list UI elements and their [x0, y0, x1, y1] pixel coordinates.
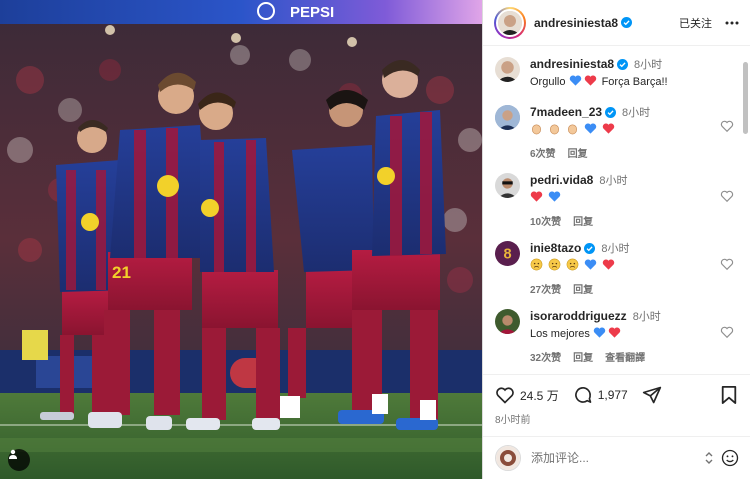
post-side-panel: andresiniesta8 已关注 andresiniesta8 8小时 Or… — [482, 0, 750, 479]
comments-scrollbar[interactable] — [743, 62, 748, 134]
blue-heart-icon — [584, 259, 597, 270]
sad-face-icon — [548, 258, 561, 271]
comment-emojis — [530, 190, 734, 205]
clap-icon — [531, 124, 542, 135]
comment-item: isoraroddriguezz 8小时 Los mejores 32次赞 回复… — [495, 309, 734, 364]
comment-time: 8小时 — [634, 59, 663, 71]
comment-username[interactable]: andresiniesta8 — [530, 57, 614, 71]
post-timestamp[interactable]: 8小时前 — [495, 411, 531, 426]
banner-text: PEPSI — [290, 4, 334, 21]
verified-badge-icon — [621, 17, 633, 28]
caption-avatar[interactable] — [495, 57, 520, 82]
comment-text: Los mejores — [530, 326, 734, 341]
caption-text-pre: Orgullo — [530, 76, 569, 88]
post-actions: 24.5 万 1,977 8小时前 — [483, 374, 750, 444]
author-face-icon — [498, 10, 522, 35]
reply-button[interactable]: 回复 — [573, 281, 593, 296]
view-translation-button[interactable]: 查看翻譯 — [605, 349, 645, 364]
comments-list[interactable]: andresiniesta8 8小时 Orgullo Força Barça!!… — [483, 47, 742, 374]
commenter-avatar[interactable] — [495, 173, 520, 198]
comment-username[interactable]: isoraroddriguezz — [530, 309, 627, 323]
comment-like-heart-icon[interactable] — [720, 189, 734, 203]
current-user-avatar — [495, 445, 521, 471]
reply-button[interactable]: 回复 — [573, 213, 593, 228]
post-header: andresiniesta8 已关注 — [483, 0, 750, 46]
comment-likes-count[interactable]: 32次赞 — [530, 349, 561, 364]
comment-emojis — [530, 258, 734, 273]
tagged-users-button[interactable] — [8, 449, 30, 471]
comment-input[interactable] — [531, 451, 700, 465]
comment-bubble-icon — [574, 387, 592, 403]
jersey-number: 21 — [112, 263, 131, 282]
following-button[interactable]: 已关注 — [679, 15, 712, 31]
comment-username[interactable]: 7madeen_23 — [530, 105, 602, 119]
likes-count[interactable]: 24.5 万 — [520, 387, 559, 404]
reply-button[interactable]: 回复 — [573, 349, 593, 364]
verified-badge-icon — [617, 58, 629, 70]
person-icon — [9, 449, 17, 459]
send-icon — [642, 386, 661, 404]
comment-text-content: Los mejores — [530, 328, 593, 340]
sad-face-icon — [566, 258, 579, 271]
team-photo-illustration: PEPSI 21 — [0, 0, 482, 479]
share-button[interactable] — [642, 385, 662, 405]
caption-text: Orgullo Força Barça!! — [530, 74, 734, 89]
comment-likes-count[interactable]: 27次赞 — [530, 281, 561, 296]
comment-emojis — [530, 122, 734, 137]
red-heart-icon — [584, 75, 596, 86]
comment-time: 8小时 — [601, 243, 630, 255]
comment-username[interactable]: inie8tazo — [530, 241, 581, 255]
comment-time: 8小时 — [632, 311, 661, 323]
clap-icon — [550, 124, 560, 135]
verified-badge-icon — [584, 242, 596, 254]
blue-heart-icon — [548, 191, 561, 202]
red-heart-icon — [603, 259, 615, 270]
add-comment-bar — [483, 436, 750, 479]
author-avatar[interactable] — [494, 6, 526, 39]
caption-comment: andresiniesta8 8小时 Orgullo Força Barça!! — [495, 57, 734, 89]
reply-button[interactable]: 回复 — [568, 145, 588, 160]
comment-item: 7madeen_23 8小时 6次赞 回复 — [495, 105, 734, 160]
clap-icon — [568, 124, 578, 135]
caption-text-post: Força Barça!! — [598, 76, 668, 88]
comment-button[interactable]: 1,977 — [573, 385, 628, 405]
blue-heart-icon — [569, 75, 581, 86]
author-username[interactable]: andresiniesta8 — [534, 16, 618, 30]
svg-text:8: 8 — [503, 247, 511, 263]
red-heart-icon — [530, 191, 543, 202]
comment-like-heart-icon[interactable] — [720, 325, 734, 339]
comment-likes-count[interactable]: 10次赞 — [530, 213, 561, 228]
blue-heart-icon — [593, 327, 606, 338]
comment-item: pedri.vida8 8小时 10次赞 回复 — [495, 173, 734, 228]
comments-count: 1,977 — [597, 388, 628, 402]
commenter-avatar[interactable] — [495, 309, 520, 334]
comment-like-heart-icon[interactable] — [720, 119, 734, 133]
verified-badge-icon — [605, 106, 617, 118]
bookmark-icon — [721, 386, 737, 404]
commenter-avatar[interactable] — [495, 105, 520, 130]
like-button[interactable]: 24.5 万 — [495, 385, 559, 405]
comment-time: 8小时 — [599, 175, 628, 187]
more-options-icon[interactable] — [724, 15, 740, 31]
red-heart-icon — [603, 123, 615, 134]
post-photo[interactable]: PEPSI 21 — [0, 0, 482, 479]
comment-likes-count[interactable]: 6次赞 — [530, 145, 556, 160]
expand-arrows-icon[interactable] — [704, 450, 714, 466]
sad-face-icon — [530, 258, 543, 271]
comment-time: 8小时 — [622, 107, 651, 119]
comment-item: 8 inie8tazo 8小时 27次赞 回复 — [495, 241, 734, 296]
red-heart-icon — [608, 327, 621, 338]
save-button[interactable] — [720, 385, 738, 408]
comment-username[interactable]: pedri.vida8 — [530, 173, 593, 187]
blue-heart-icon — [584, 123, 597, 134]
heart-icon — [496, 387, 514, 404]
comment-like-heart-icon[interactable] — [720, 257, 734, 271]
commenter-avatar[interactable]: 8 — [495, 241, 520, 266]
emoji-picker-icon[interactable] — [720, 448, 740, 468]
